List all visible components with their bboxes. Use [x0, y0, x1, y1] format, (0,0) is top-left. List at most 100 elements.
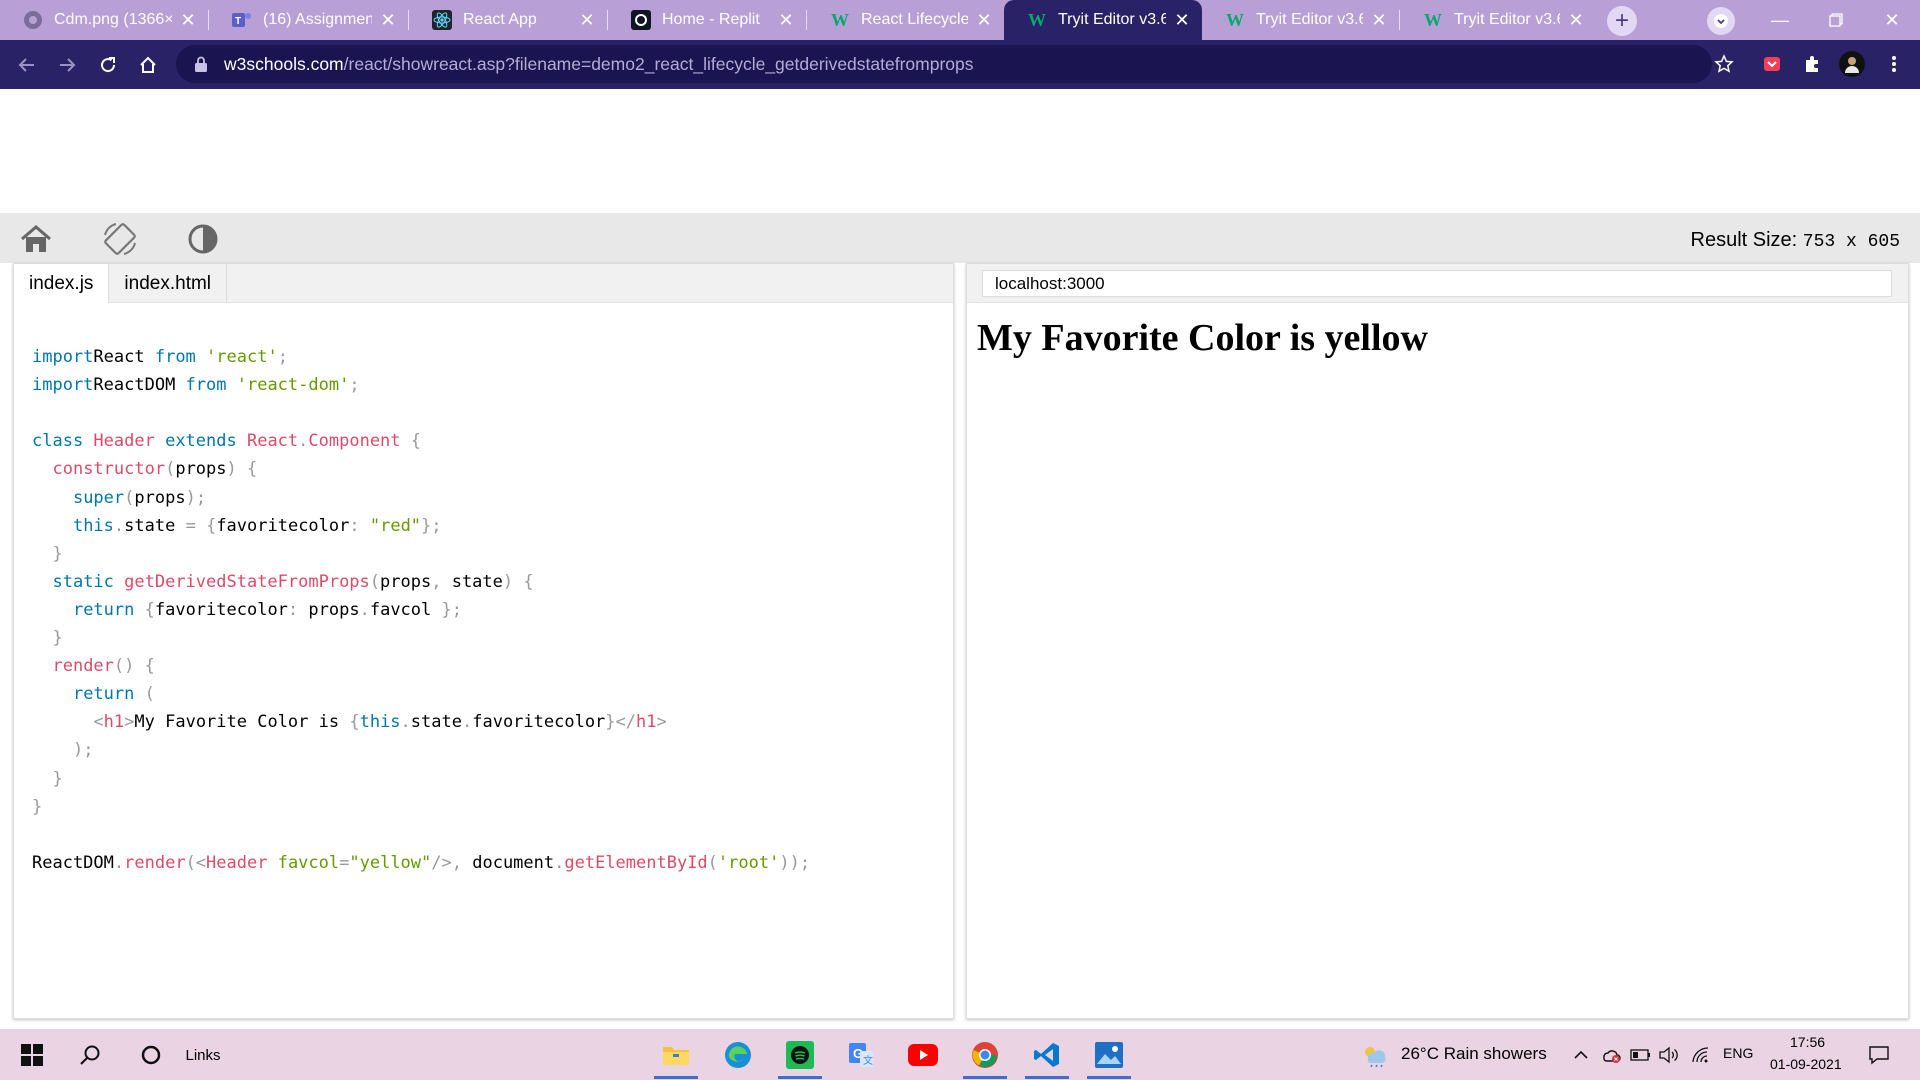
weather-widget-icon[interactable] [1360, 1037, 1388, 1073]
code-text[interactable]: importReact from 'react'; importReactDOM … [32, 315, 810, 877]
clock-date[interactable]: 01-09-2021 [1770, 1056, 1842, 1072]
running-indicator [1025, 1076, 1069, 1079]
code-line: importReactDOM from 'react-dom'; [32, 375, 360, 396]
cortana-icon [141, 1045, 161, 1065]
links-toolbar[interactable]: Links [183, 1037, 223, 1073]
code-line: } [52, 768, 63, 789]
lock-icon [195, 56, 207, 72]
bookmark-star-button[interactable] [1710, 50, 1738, 78]
close-icon[interactable]: ✕ [1369, 10, 1389, 31]
windows-taskbar: Links G文 26°C Rain showers ENG 17:56 01-… [0, 1029, 1920, 1080]
clock-time[interactable]: 17:56 [1790, 1034, 1825, 1050]
tab-search-button[interactable] [1707, 7, 1735, 35]
notifications-button[interactable] [1864, 1037, 1894, 1073]
taskbar-chrome[interactable] [963, 1037, 1007, 1079]
tab-title: (16) Assignments [263, 11, 372, 28]
tab-title: Tryit Editor v3.6 - [1058, 11, 1166, 28]
chevron-down-icon [1714, 14, 1728, 28]
pocket-icon [1764, 57, 1780, 71]
editor-tabs: index.js index.html [14, 264, 953, 303]
code-line: importReact from 'react'; [32, 347, 288, 368]
browser-menu-button[interactable] [1880, 50, 1908, 78]
cloud-error-icon [1603, 1050, 1621, 1063]
taskbar-translate[interactable]: G文 [839, 1037, 883, 1073]
language-indicator[interactable]: ENG [1723, 1045, 1753, 1061]
close-icon[interactable]: ✕ [178, 10, 198, 31]
weather-text[interactable]: 26°C Rain showers [1401, 1044, 1547, 1064]
contrast-icon [188, 224, 218, 254]
code-line: } [52, 628, 63, 649]
close-icon[interactable]: ✕ [776, 10, 796, 31]
tray-overflow-button[interactable] [1572, 1037, 1590, 1073]
browser-tab-tryit-2[interactable]: W Tryit Editor v3.6 - ✕ [1202, 0, 1399, 40]
back-button[interactable] [12, 50, 42, 80]
new-tab-button[interactable]: + [1607, 6, 1637, 36]
svg-text:文: 文 [863, 1054, 873, 1067]
taskbar-photos[interactable] [1087, 1037, 1131, 1079]
taskbar-file-explorer[interactable] [654, 1037, 698, 1079]
translate-icon: G文 [849, 1043, 873, 1067]
start-button[interactable] [18, 1037, 46, 1073]
replit-icon [630, 9, 652, 31]
code-line: <h1>My Favorite Color is {this.state.fav… [93, 712, 667, 733]
pocket-extension-button[interactable] [1758, 50, 1786, 78]
home-button[interactable] [133, 50, 163, 80]
profile-avatar[interactable] [1838, 50, 1866, 78]
browser-tab-react-app[interactable]: React App ✕ [409, 0, 607, 40]
taskbar-edge[interactable] [716, 1037, 760, 1073]
forward-button[interactable] [52, 50, 82, 80]
volume-status[interactable] [1658, 1037, 1680, 1073]
close-icon[interactable]: ✕ [1566, 10, 1586, 31]
extensions-button[interactable] [1798, 50, 1826, 78]
browser-tab-tryit-3[interactable]: W Tryit Editor v3.6 - ✕ [1400, 0, 1596, 40]
tab-title: React Lifecycle [861, 11, 968, 28]
close-icon[interactable]: ✕ [1172, 10, 1192, 31]
code-line: this.state = {favoritecolor: "red"}; [72, 515, 442, 536]
puzzle-icon [1806, 56, 1818, 72]
battery-status[interactable] [1630, 1037, 1652, 1073]
address-bar[interactable]: w3schools.com/react/showreact.asp?filena… [176, 45, 1712, 83]
theme-toggle-button[interactable] [184, 220, 222, 258]
browser-tab-assignments[interactable]: T (16) Assignments ✕ [209, 0, 408, 40]
taskbar-vscode[interactable] [1025, 1037, 1069, 1079]
close-icon[interactable]: ✕ [378, 10, 398, 31]
tab-index-html[interactable]: index.html [109, 264, 228, 303]
tab-strip: Cdm.png (1366× ✕ T (16) Assignments ✕ Re… [0, 0, 1920, 40]
close-icon[interactable]: ✕ [577, 10, 597, 31]
star-icon [1714, 54, 1734, 73]
result-size: Result Size: 753 x 605 [1691, 229, 1901, 252]
running-indicator [1087, 1076, 1131, 1079]
reload-button[interactable] [93, 50, 123, 80]
minimize-button[interactable]: — [1752, 0, 1808, 40]
taskbar-youtube[interactable] [901, 1037, 945, 1073]
edge-icon [725, 1042, 751, 1068]
browser-tab-tryit-active[interactable]: W Tryit Editor v3.6 - ✕ [1004, 0, 1202, 40]
network-status[interactable] [1600, 1037, 1622, 1073]
tab-index-js[interactable]: index.js [14, 264, 110, 303]
result-url-field[interactable]: localhost:3000 [982, 270, 1892, 297]
browser-tab-react-lifecycle[interactable]: W React Lifecycle ✕ [807, 0, 1004, 40]
tab-title: Tryit Editor v3.6 - [1256, 11, 1363, 28]
taskbar-spotify[interactable] [778, 1037, 822, 1079]
reload-icon [101, 57, 116, 73]
notification-icon [1869, 1046, 1889, 1065]
search-button[interactable] [76, 1037, 104, 1073]
wifi-status[interactable] [1690, 1037, 1712, 1073]
code-line: static getDerivedStateFromProps(props, s… [52, 571, 534, 592]
home-link[interactable] [17, 220, 55, 258]
arrow-right-icon [60, 58, 76, 72]
code-line: super(props); [72, 487, 207, 508]
code-line: render() { [52, 656, 155, 677]
browser-tab-replit[interactable]: Home - Replit ✕ [608, 0, 806, 40]
browser-tab-cdm[interactable]: Cdm.png (1366× ✕ [0, 0, 208, 40]
restore-button[interactable] [1808, 0, 1864, 40]
result-size-value: 753 x 605 [1802, 232, 1900, 252]
folder-icon [663, 1047, 689, 1065]
url-host: w3schools.com [224, 53, 344, 74]
wifi-icon [1692, 1047, 1709, 1063]
rotate-layout-button[interactable] [101, 220, 139, 258]
close-icon[interactable]: ✕ [974, 10, 994, 31]
close-window-button[interactable]: ✕ [1864, 0, 1920, 40]
cortana-button[interactable] [137, 1037, 165, 1073]
